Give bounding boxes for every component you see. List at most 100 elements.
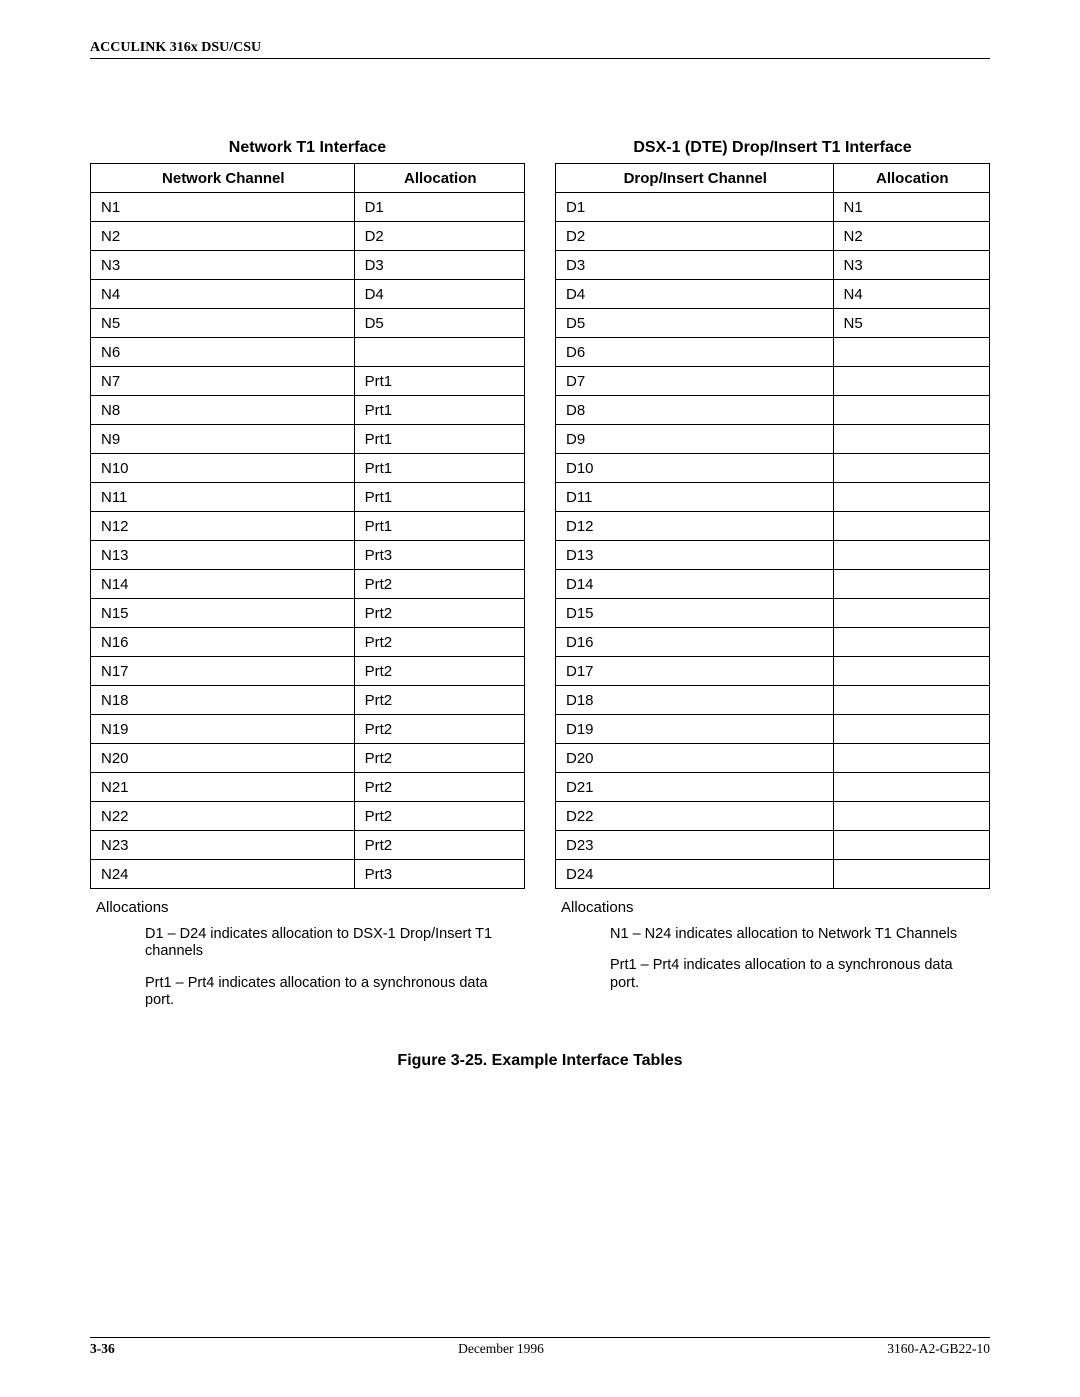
table-cell: D2 — [556, 222, 834, 251]
table-row: N23Prt2 — [91, 831, 525, 860]
table-cell: D20 — [556, 744, 834, 773]
table-cell: N1 — [91, 193, 355, 222]
table-row: D14 — [556, 570, 990, 599]
table-cell — [833, 860, 989, 889]
footer-doc-number: 3160-A2-GB22-10 — [887, 1341, 990, 1357]
table-row: D17 — [556, 657, 990, 686]
table-row: N19Prt2 — [91, 715, 525, 744]
table-cell: Prt1 — [354, 396, 524, 425]
table-row: D1N1 — [556, 193, 990, 222]
table-cell: N5 — [833, 309, 989, 338]
table-row: D6 — [556, 338, 990, 367]
table-cell: Prt1 — [354, 425, 524, 454]
table-cell: Prt2 — [354, 657, 524, 686]
table-row: D19 — [556, 715, 990, 744]
table-row: D10 — [556, 454, 990, 483]
table-cell: Prt2 — [354, 715, 524, 744]
table-cell: N12 — [91, 512, 355, 541]
table-cell — [833, 831, 989, 860]
table-cell: N13 — [91, 541, 355, 570]
table-cell — [833, 599, 989, 628]
left-column: Network T1 Interface Network Channel All… — [90, 139, 525, 1024]
table-cell: D5 — [556, 309, 834, 338]
table-cell: N5 — [91, 309, 355, 338]
right-table-h2: Allocation — [833, 164, 989, 193]
table-cell: N2 — [833, 222, 989, 251]
table-row: N10Prt1 — [91, 454, 525, 483]
table-cell: N15 — [91, 599, 355, 628]
table-row: N24Prt3 — [91, 860, 525, 889]
table-row: N18Prt2 — [91, 686, 525, 715]
table-cell: N6 — [91, 338, 355, 367]
table-cell: N16 — [91, 628, 355, 657]
table-cell: D23 — [556, 831, 834, 860]
table-cell: N21 — [91, 773, 355, 802]
table-row: D11 — [556, 483, 990, 512]
table-cell: D7 — [556, 367, 834, 396]
table-cell: Prt2 — [354, 802, 524, 831]
table-row: N6 — [91, 338, 525, 367]
table-cell: N9 — [91, 425, 355, 454]
footer-date: December 1996 — [458, 1341, 544, 1357]
table-cell: D3 — [556, 251, 834, 280]
table-row: N4D4 — [91, 280, 525, 309]
table-cell: N8 — [91, 396, 355, 425]
right-allocations-label: Allocations — [555, 899, 990, 916]
table-row: N2D2 — [91, 222, 525, 251]
table-cell: Prt2 — [354, 773, 524, 802]
table-cell: Prt2 — [354, 831, 524, 860]
table-cell: Prt2 — [354, 628, 524, 657]
right-column: DSX-1 (DTE) Drop/Insert T1 Interface Dro… — [555, 139, 990, 1024]
table-cell: N14 — [91, 570, 355, 599]
table-cell — [833, 396, 989, 425]
table-cell: D9 — [556, 425, 834, 454]
table-cell: D21 — [556, 773, 834, 802]
table-cell: D1 — [556, 193, 834, 222]
left-allocations-label: Allocations — [90, 899, 525, 916]
table-row: D16 — [556, 628, 990, 657]
right-table-h1: Drop/Insert Channel — [556, 164, 834, 193]
left-table: Network Channel Allocation N1D1N2D2N3D3N… — [90, 163, 525, 889]
left-table-h1: Network Channel — [91, 164, 355, 193]
left-note-2: Prt1 – Prt4 indicates allocation to a sy… — [145, 975, 515, 1010]
page-footer: 3-36 December 1996 3160-A2-GB22-10 — [90, 1337, 990, 1357]
table-row: D7 — [556, 367, 990, 396]
left-note-1: D1 – D24 indicates allocation to DSX-1 D… — [145, 926, 515, 961]
table-row: D15 — [556, 599, 990, 628]
table-cell: N7 — [91, 367, 355, 396]
table-cell: N11 — [91, 483, 355, 512]
table-row: D12 — [556, 512, 990, 541]
table-cell: D4 — [354, 280, 524, 309]
table-row: N15Prt2 — [91, 599, 525, 628]
table-cell — [833, 686, 989, 715]
left-table-title: Network T1 Interface — [90, 139, 525, 157]
page-header: ACCULINK 316x DSU/CSU — [90, 40, 990, 59]
table-cell — [833, 570, 989, 599]
table-cell: N4 — [833, 280, 989, 309]
table-cell: Prt1 — [354, 483, 524, 512]
table-row: N14Prt2 — [91, 570, 525, 599]
table-row: D21 — [556, 773, 990, 802]
table-cell: D8 — [556, 396, 834, 425]
right-note-1: N1 – N24 indicates allocation to Network… — [610, 926, 980, 943]
footer-page-number: 3-36 — [90, 1341, 115, 1357]
table-cell: N17 — [91, 657, 355, 686]
table-cell: D11 — [556, 483, 834, 512]
table-row: D5N5 — [556, 309, 990, 338]
table-cell: D18 — [556, 686, 834, 715]
table-cell: Prt1 — [354, 512, 524, 541]
table-row: N7Prt1 — [91, 367, 525, 396]
table-row: D8 — [556, 396, 990, 425]
table-cell: N24 — [91, 860, 355, 889]
table-row: D22 — [556, 802, 990, 831]
table-row: N13Prt3 — [91, 541, 525, 570]
table-cell — [833, 454, 989, 483]
table-row: N1D1 — [91, 193, 525, 222]
table-cell — [833, 541, 989, 570]
table-row: N21Prt2 — [91, 773, 525, 802]
table-cell: D6 — [556, 338, 834, 367]
table-row: N12Prt1 — [91, 512, 525, 541]
right-table: Drop/Insert Channel Allocation D1N1D2N2D… — [555, 163, 990, 889]
table-header-row: Network Channel Allocation — [91, 164, 525, 193]
table-cell: D12 — [556, 512, 834, 541]
